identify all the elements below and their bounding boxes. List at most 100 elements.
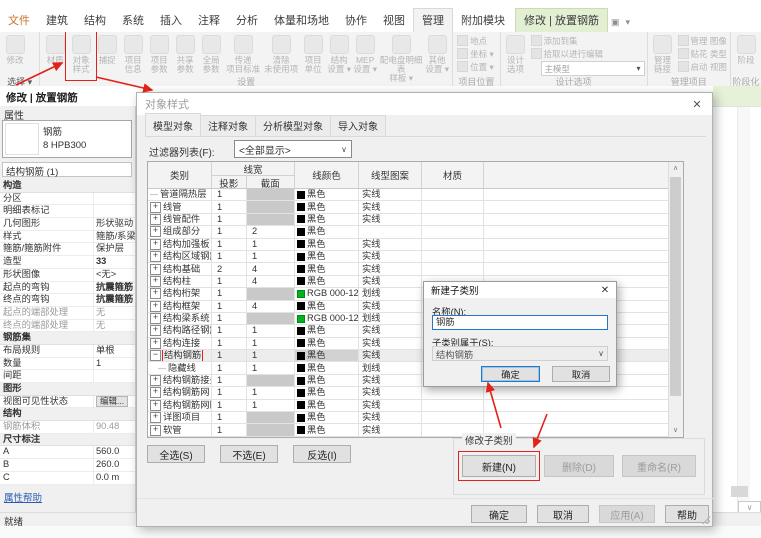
- ribbon-button-manage-images[interactable]: 管理 图像: [676, 34, 727, 47]
- header-line-color[interactable]: 线颜色: [295, 162, 359, 188]
- tab-注释[interactable]: 注释: [190, 9, 228, 32]
- line-color-cell[interactable]: 黑色: [295, 214, 359, 225]
- cut-weight-cell[interactable]: 1: [247, 400, 295, 411]
- ribbon-button-pick-to-edit[interactable]: 拾取以进行编辑: [529, 47, 645, 60]
- cut-weight-cell[interactable]: 4: [247, 301, 295, 312]
- expand-icon[interactable]: +: [150, 276, 161, 287]
- projection-weight-cell[interactable]: 1: [212, 239, 247, 250]
- tab-插入[interactable]: 插入: [152, 9, 190, 32]
- ribbon-button-panel-schedule-templates[interactable]: 配电盘明细表样板 ▾: [378, 33, 424, 74]
- line-color-cell[interactable]: 黑色: [295, 350, 359, 361]
- table-row[interactable]: +详图项目1黑色实线: [148, 412, 669, 424]
- table-row[interactable]: +线管配件1黑色实线: [148, 214, 669, 226]
- projection-weight-cell[interactable]: 1: [212, 276, 247, 287]
- line-pattern-cell[interactable]: 实线: [359, 201, 422, 212]
- apply-button[interactable]: 应用(A): [599, 505, 655, 523]
- type-selector[interactable]: 钢筋 8 HPB300: [2, 120, 132, 158]
- expand-icon[interactable]: +: [150, 288, 161, 299]
- projection-weight-cell[interactable]: 1: [212, 424, 247, 435]
- resize-grip[interactable]: [702, 516, 710, 524]
- cut-weight-cell[interactable]: [247, 412, 295, 423]
- projection-weight-cell[interactable]: 1: [212, 412, 247, 423]
- table-row[interactable]: +结构钢筋网区域11黑色实线: [148, 400, 669, 412]
- projection-weight-cell[interactable]: 1: [212, 338, 247, 349]
- expand-icon[interactable]: +: [150, 325, 161, 336]
- line-pattern-cell[interactable]: 实线: [359, 375, 422, 386]
- line-color-cell[interactable]: RGB 000-127-: [295, 288, 359, 299]
- ribbon-button-phases[interactable]: 阶段: [733, 33, 759, 74]
- material-cell[interactable]: [422, 263, 484, 274]
- ribbon-button-project-units[interactable]: 项目单位: [300, 33, 326, 74]
- ribbon-button-starting-view[interactable]: 启动 视图: [676, 60, 727, 73]
- projection-weight-cell[interactable]: 1: [212, 214, 247, 225]
- expand-icon[interactable]: +: [150, 202, 161, 213]
- line-pattern-cell[interactable]: 实线: [359, 263, 422, 274]
- cut-weight-cell[interactable]: 1: [247, 325, 295, 336]
- material-cell[interactable]: [422, 387, 484, 398]
- line-pattern-cell[interactable]: 划线: [359, 362, 422, 373]
- scroll-up-icon[interactable]: ∧: [669, 162, 682, 175]
- canvas-scroll-strip[interactable]: [737, 107, 750, 537]
- header-cut[interactable]: 截面: [247, 176, 294, 189]
- expand-icon[interactable]: +: [150, 264, 161, 275]
- expand-icon[interactable]: +: [150, 301, 161, 312]
- cut-weight-cell[interactable]: [247, 424, 295, 435]
- cut-weight-cell[interactable]: 1: [247, 251, 295, 262]
- projection-weight-cell[interactable]: 1: [212, 362, 247, 373]
- line-color-cell[interactable]: 黑色: [295, 412, 359, 423]
- material-cell[interactable]: [422, 412, 484, 423]
- cut-weight-cell[interactable]: 1: [247, 387, 295, 398]
- line-color-cell[interactable]: 黑色: [295, 338, 359, 349]
- line-pattern-cell[interactable]: 实线: [359, 338, 422, 349]
- table-row[interactable]: +软管1黑色实线: [148, 424, 669, 436]
- line-pattern-cell[interactable]: 实线: [359, 325, 422, 336]
- ribbon-button-decal-types[interactable]: 贴花 类型: [676, 47, 727, 60]
- projection-weight-cell[interactable]: 1: [212, 313, 247, 324]
- table-row[interactable]: +结构加强板11黑色实线: [148, 239, 669, 251]
- ribbon-button-additional-settings[interactable]: 其他设置 ▾: [424, 33, 450, 74]
- ribbon-button-snaps[interactable]: 捕捉: [94, 33, 120, 74]
- select-button-全选(S)[interactable]: 全选(S): [147, 445, 205, 463]
- table-row[interactable]: +组成部分12黑色: [148, 226, 669, 238]
- cut-weight-cell[interactable]: 1: [247, 362, 295, 373]
- ribbon-button-coordinates[interactable]: 坐标 ▾: [455, 47, 497, 60]
- collapse-icon[interactable]: −: [150, 350, 161, 361]
- cut-weight-cell[interactable]: [247, 214, 295, 225]
- dialog-tab-分析模型对象[interactable]: 分析模型对象: [256, 115, 331, 137]
- line-color-cell[interactable]: 黑色: [295, 375, 359, 386]
- line-pattern-cell[interactable]: 实线: [359, 189, 422, 200]
- parent-category-dropdown[interactable]: 结构钢筋 ∨: [432, 346, 608, 361]
- expand-icon[interactable]: +: [150, 239, 161, 250]
- properties-help-link[interactable]: 属性帮助: [4, 490, 42, 504]
- cut-weight-cell[interactable]: [247, 201, 295, 212]
- projection-weight-cell[interactable]: 2: [212, 263, 247, 274]
- ribbon-button-design-options[interactable]: 设计选项: [503, 33, 529, 74]
- tab-建筑[interactable]: 建筑: [38, 9, 76, 32]
- name-input[interactable]: 钢筋: [432, 315, 608, 330]
- line-color-cell[interactable]: 黑色: [295, 226, 359, 237]
- projection-weight-cell[interactable]: 1: [212, 189, 247, 200]
- cut-weight-cell[interactable]: 1: [247, 350, 295, 361]
- line-pattern-cell[interactable]: 实线: [359, 412, 422, 423]
- select-button-不选(E)[interactable]: 不选(E): [220, 445, 278, 463]
- expand-icon[interactable]: +: [150, 226, 161, 237]
- projection-weight-cell[interactable]: 1: [212, 325, 247, 336]
- expand-icon[interactable]: +: [150, 387, 161, 398]
- projection-weight-cell[interactable]: 1: [212, 350, 247, 361]
- tab-系统[interactable]: 系统: [114, 9, 152, 32]
- ribbon-button-modify-cursor[interactable]: 修改: [2, 33, 28, 74]
- line-pattern-cell[interactable]: 实线: [359, 239, 422, 250]
- line-pattern-cell[interactable]: 划线: [359, 288, 422, 299]
- header-material[interactable]: 材质: [422, 162, 484, 188]
- delete-subcategory-button[interactable]: 删除(D): [544, 455, 614, 477]
- line-color-cell[interactable]: 黑色: [295, 400, 359, 411]
- line-pattern-cell[interactable]: 实线: [359, 350, 422, 361]
- expand-icon[interactable]: +: [150, 338, 161, 349]
- view-visibility-edit-button[interactable]: 编辑...: [96, 396, 128, 407]
- line-color-cell[interactable]: 黑色: [295, 325, 359, 336]
- header-projection[interactable]: 投影: [212, 176, 247, 189]
- cut-weight-cell[interactable]: 1: [247, 338, 295, 349]
- line-pattern-cell[interactable]: 实线: [359, 424, 422, 435]
- dialog-tab-导入对象[interactable]: 导入对象: [331, 115, 386, 137]
- header-line-pattern[interactable]: 线型图案: [359, 162, 422, 188]
